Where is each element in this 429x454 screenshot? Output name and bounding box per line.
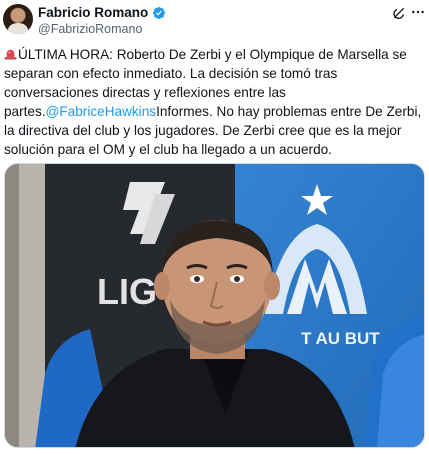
mention-link[interactable]: @FabriceHawkins xyxy=(46,104,157,119)
author-handle[interactable]: @FabrizioRomano xyxy=(38,22,142,36)
tweet-header: Fabricio Romano @FabrizioRomano xyxy=(0,0,429,44)
avatar[interactable] xyxy=(3,4,33,34)
verified-badge-icon xyxy=(153,6,166,19)
grok-icon[interactable] xyxy=(391,5,407,21)
tweet-text: ÚLTIMA HORA: Roberto De Zerbi y el Olymp… xyxy=(4,45,427,159)
tweet-media-image[interactable]: LIG T AU BUT xyxy=(4,163,425,448)
author-display-name[interactable]: Fabricio Romano xyxy=(38,5,148,20)
author-name-row: Fabricio Romano xyxy=(38,5,166,20)
more-options-icon[interactable] xyxy=(410,4,426,20)
board-text: LIG xyxy=(97,271,157,312)
banner-text: T AU BUT xyxy=(301,329,380,348)
siren-emoji-icon xyxy=(4,49,17,60)
